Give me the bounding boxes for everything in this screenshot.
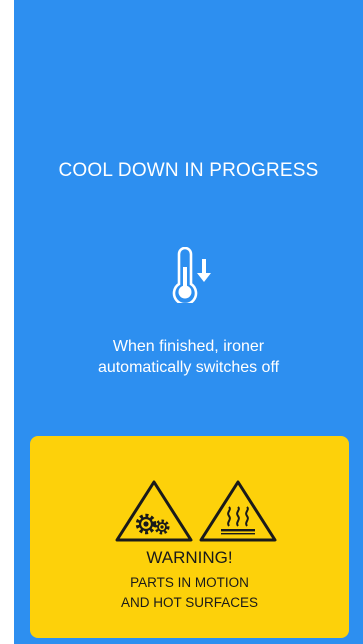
hot-surface-warning-icon (199, 480, 277, 542)
warning-title: WARNING! (146, 548, 233, 567)
warning-detail-line-1: PARTS IN MOTION (130, 575, 249, 590)
status-title: COOL DOWN IN PROGRESS (58, 160, 319, 181)
status-message: When finished, ironer automatically swit… (14, 336, 363, 378)
moving-parts-warning-icon (115, 480, 193, 542)
warning-detail-line-2: AND HOT SURFACES (120, 595, 259, 610)
status-message-line-1: When finished, ironer (112, 338, 265, 355)
warning-detail: PARTS IN MOTION AND HOT SURFACES (30, 573, 349, 613)
status-message-line-2: automatically switches off (97, 359, 280, 376)
warning-panel: WARNING! PARTS IN MOTION AND HOT SURFACE… (30, 436, 349, 638)
cool-down-screen: COOL DOWN IN PROGRESS When finished, iro… (14, 0, 363, 644)
thermometer-down-icon (172, 247, 211, 303)
